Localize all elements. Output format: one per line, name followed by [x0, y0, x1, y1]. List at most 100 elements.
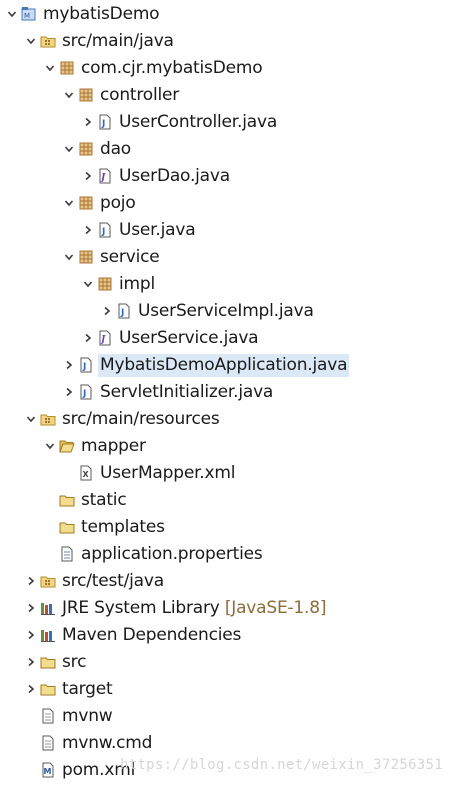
tree-item[interactable]: J UserController.java: [0, 109, 475, 136]
tree-item[interactable]: static: [0, 487, 475, 514]
chevron-right-icon[interactable]: [24, 599, 38, 617]
tree-item-label: target: [62, 679, 113, 699]
project-icon: M: [21, 6, 37, 22]
chevron-down-icon[interactable]: [5, 5, 19, 23]
tree-item[interactable]: src/main/resources: [0, 406, 475, 433]
java-class-icon: J: [97, 222, 113, 238]
tree-item[interactable]: J UserServiceImpl.java: [0, 298, 475, 325]
package-icon: [78, 87, 94, 103]
tree-item-label: MybatisDemoApplication.java: [98, 354, 350, 377]
tree-item[interactable]: application.properties: [0, 541, 475, 568]
xml-file-icon: X: [78, 465, 94, 481]
tree-item-label: src/main/java: [62, 31, 174, 51]
svg-text:X: X: [83, 470, 90, 479]
tree-item[interactable]: controller: [0, 82, 475, 109]
tree-item-label: static: [81, 490, 127, 510]
folder-icon: [40, 681, 56, 697]
tree-item[interactable]: mvnw.cmd: [0, 730, 475, 757]
tree-item[interactable]: src/test/java: [0, 568, 475, 595]
chevron-down-icon[interactable]: [24, 32, 38, 50]
tree-item-label: User.java: [119, 220, 196, 240]
source-folder-icon: [40, 573, 56, 589]
java-class-icon: J: [116, 303, 132, 319]
tree-item[interactable]: impl: [0, 271, 475, 298]
package-icon: [78, 195, 94, 211]
chevron-right-icon[interactable]: [24, 680, 38, 698]
tree-item-label: src/test/java: [62, 571, 164, 591]
svg-text:J: J: [82, 362, 86, 372]
java-class-icon: J: [78, 357, 94, 373]
tree-item[interactable]: dao: [0, 136, 475, 163]
java-class-icon: J: [78, 384, 94, 400]
java-interface-icon: J: [97, 330, 113, 346]
chevron-right-icon[interactable]: [100, 302, 114, 320]
tree-item[interactable]: J UserDao.java: [0, 163, 475, 190]
tree-item-label: service: [100, 247, 160, 267]
watermark: https://blog.csdn.net/weixin_37256351: [120, 757, 443, 773]
chevron-down-icon[interactable]: [43, 59, 57, 77]
chevron-right-icon[interactable]: [62, 356, 76, 374]
java-interface-icon: J: [97, 168, 113, 184]
tree-item[interactable]: MmybatisDemo: [0, 1, 475, 28]
chevron-down-icon[interactable]: [62, 248, 76, 266]
folder-icon: [59, 492, 75, 508]
package-icon: [78, 249, 94, 265]
chevron-right-icon[interactable]: [81, 221, 95, 239]
tree-item[interactable]: J User.java: [0, 217, 475, 244]
tree-item-label: com.cjr.mybatisDemo: [81, 58, 263, 78]
tree-item-label: controller: [100, 85, 180, 105]
tree-item-label: dao: [100, 139, 132, 159]
chevron-right-icon[interactable]: [62, 383, 76, 401]
tree-item-label: UserController.java: [119, 112, 278, 132]
chevron-down-icon[interactable]: [62, 86, 76, 104]
svg-text:J: J: [101, 119, 105, 129]
chevron-right-icon[interactable]: [24, 626, 38, 644]
tree-item[interactable]: com.cjr.mybatisDemo: [0, 55, 475, 82]
source-folder-icon: [40, 411, 56, 427]
tree-item[interactable]: JRE System Library [JavaSE-1.8]: [0, 595, 475, 622]
java-class-icon: J: [97, 114, 113, 130]
tree-item[interactable]: service: [0, 244, 475, 271]
tree-item[interactable]: templates: [0, 514, 475, 541]
folder-icon: [59, 519, 75, 535]
svg-text:J: J: [99, 173, 106, 183]
chevron-down-icon[interactable]: [81, 275, 95, 293]
tree-item[interactable]: J MybatisDemoApplication.java: [0, 352, 475, 379]
tree-item[interactable]: src: [0, 649, 475, 676]
tree-item[interactable]: target: [0, 676, 475, 703]
chevron-down-icon[interactable]: [62, 140, 76, 158]
chevron-right-icon[interactable]: [81, 113, 95, 131]
tree-item[interactable]: mvnw: [0, 703, 475, 730]
chevron-down-icon[interactable]: [24, 410, 38, 428]
tree-item[interactable]: X UserMapper.xml: [0, 460, 475, 487]
tree-item-label: mvnw.cmd: [62, 733, 153, 753]
tree-item-label: src/main/resources: [62, 409, 220, 429]
tree-item-label: mapper: [81, 436, 146, 456]
tree-item-label: src: [62, 652, 87, 672]
tree-item[interactable]: Maven Dependencies: [0, 622, 475, 649]
folder-icon: [40, 654, 56, 670]
tree-item[interactable]: J UserService.java: [0, 325, 475, 352]
tree-item-label: UserServiceImpl.java: [138, 301, 314, 321]
chevron-down-icon[interactable]: [43, 437, 57, 455]
svg-text:J: J: [82, 389, 86, 399]
text-file-icon: [40, 708, 56, 724]
package-icon: [59, 60, 75, 76]
tree-item[interactable]: J ServletInitializer.java: [0, 379, 475, 406]
chevron-down-icon[interactable]: [62, 194, 76, 212]
source-folder-icon: [40, 33, 56, 49]
tree-item[interactable]: pojo: [0, 190, 475, 217]
tree-item-label: Maven Dependencies: [62, 625, 242, 645]
library-icon: [40, 627, 56, 643]
tree-item-label: mybatisDemo: [43, 4, 160, 24]
tree-item-label: ServletInitializer.java: [100, 382, 274, 402]
text-file-icon: [40, 735, 56, 751]
chevron-right-icon[interactable]: [81, 329, 95, 347]
chevron-right-icon[interactable]: [24, 653, 38, 671]
tree-item-label: mvnw: [62, 706, 113, 726]
tree-item-label: UserMapper.xml: [100, 463, 236, 483]
tree-item[interactable]: mapper: [0, 433, 475, 460]
chevron-right-icon[interactable]: [24, 572, 38, 590]
tree-item[interactable]: src/main/java: [0, 28, 475, 55]
chevron-right-icon[interactable]: [81, 167, 95, 185]
